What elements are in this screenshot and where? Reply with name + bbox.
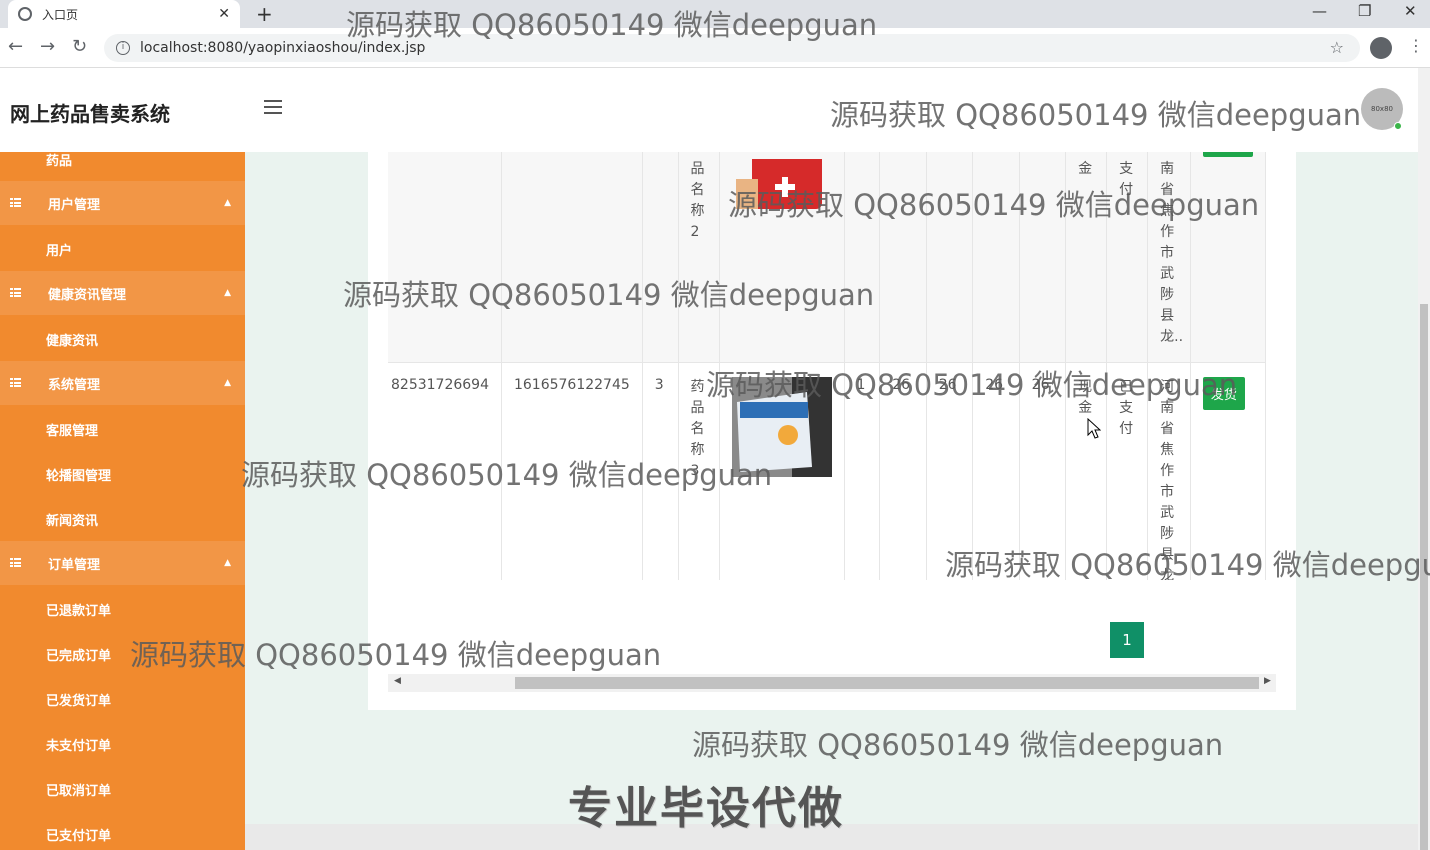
back-icon[interactable]: ← xyxy=(8,36,23,57)
watermark: 源码获取 QQ86050149 微信deepguan xyxy=(343,278,875,312)
browser-tab[interactable]: 入口页 ✕ xyxy=(8,0,240,28)
mouse-cursor-icon xyxy=(1087,418,1101,439)
sidebar-item-health-news[interactable]: 健康资讯 xyxy=(46,330,98,349)
sidebar-item-carousel[interactable]: 轮播图管理 xyxy=(46,465,111,484)
scroll-right-icon[interactable]: ▶ xyxy=(1264,676,1271,686)
scroll-left-icon[interactable]: ◀ xyxy=(394,676,401,686)
sidebar-item-unpaid[interactable]: 未支付订单 xyxy=(46,735,111,754)
watermark: 源码获取 QQ86050149 微信deepguan xyxy=(728,188,1260,222)
watermark: 源码获取 QQ86050149 微信deepgu xyxy=(945,548,1430,582)
sidebar-item-user[interactable]: 用户 xyxy=(46,240,72,259)
sidebar-item-drug[interactable]: 药品 xyxy=(46,152,72,169)
sidebar-group-orders[interactable]: 订单管理 ▲ xyxy=(0,541,245,585)
globe-icon xyxy=(18,7,32,21)
sidebar-group-users[interactable]: 用户管理 ▲ xyxy=(0,181,245,225)
tab-title: 入口页 xyxy=(42,7,79,22)
new-tab-icon[interactable]: + xyxy=(256,2,273,26)
scrollbar-thumb[interactable] xyxy=(515,677,1259,689)
info-icon[interactable]: i xyxy=(116,41,130,55)
watermark: 源码获取 QQ86050149 微信deepguan xyxy=(241,458,773,492)
sidebar: 药品 用户管理 ▲ 用户 健康资讯管理 ▲ 健康资讯 系统管理 ▲ 客服管理 轮… xyxy=(0,152,245,850)
grid-icon xyxy=(10,198,22,208)
bookmark-star-icon[interactable]: ☆ xyxy=(1330,38,1344,57)
forward-icon[interactable]: → xyxy=(40,36,55,57)
promo-text: 专业毕设代做 xyxy=(568,783,844,834)
app-title: 网上药品售卖系统 xyxy=(10,102,170,126)
horizontal-scrollbar[interactable]: ◀ ▶ xyxy=(388,674,1276,692)
menu-icon[interactable]: ⋮ xyxy=(1408,36,1424,55)
online-status-icon xyxy=(1394,122,1402,130)
sidebar-item-news[interactable]: 新闻资讯 xyxy=(46,510,98,529)
caret-up-icon: ▲ xyxy=(224,558,231,568)
grid-icon xyxy=(10,558,22,568)
close-window-icon[interactable]: ✕ xyxy=(1404,2,1417,20)
ship-button[interactable] xyxy=(1202,152,1253,157)
watermark: 源码获取 QQ86050149 微信deepguan xyxy=(130,638,662,672)
vertical-scrollbar[interactable] xyxy=(1418,68,1430,850)
reload-icon[interactable]: ↻ xyxy=(72,36,87,57)
cell-product-name: 品名称2 xyxy=(677,152,720,363)
sidebar-group-system[interactable]: 系统管理 ▲ xyxy=(0,361,245,405)
profile-icon[interactable] xyxy=(1370,37,1392,59)
cell-order-no xyxy=(388,152,502,363)
watermark: 源码获取 QQ86050149 微信deepguan xyxy=(830,98,1362,132)
sidebar-item-cancelled[interactable]: 已取消订单 xyxy=(46,780,111,799)
close-tab-icon[interactable]: ✕ xyxy=(218,6,230,22)
cell-product-id xyxy=(641,152,679,363)
watermark: 源码获取 QQ86050149 微信deepguan xyxy=(706,368,1238,402)
caret-up-icon: ▲ xyxy=(224,378,231,388)
minimize-icon[interactable]: — xyxy=(1312,2,1327,20)
sidebar-group-health-news[interactable]: 健康资讯管理 ▲ xyxy=(0,271,245,315)
grid-icon xyxy=(10,288,22,298)
pagination-page-1[interactable]: 1 xyxy=(1110,622,1144,658)
hamburger-icon[interactable] xyxy=(264,100,282,118)
sidebar-item-paid[interactable]: 已支付订单 xyxy=(46,825,111,844)
sidebar-item-refunded[interactable]: 已退款订单 xyxy=(46,600,111,619)
grid-icon xyxy=(10,378,22,388)
restore-icon[interactable]: ❐ xyxy=(1358,2,1371,20)
sidebar-item-service[interactable]: 客服管理 xyxy=(46,420,98,439)
sidebar-item-shipped[interactable]: 已发货订单 xyxy=(46,690,111,709)
watermark: 源码获取 QQ86050149 微信deepguan xyxy=(692,728,1224,762)
caret-up-icon: ▲ xyxy=(224,288,231,298)
watermark: 源码获取 QQ86050149 微信deepguan xyxy=(346,8,878,42)
caret-up-icon: ▲ xyxy=(224,198,231,208)
sidebar-item-completed[interactable]: 已完成订单 xyxy=(46,645,111,664)
cell-user-id xyxy=(500,152,643,363)
